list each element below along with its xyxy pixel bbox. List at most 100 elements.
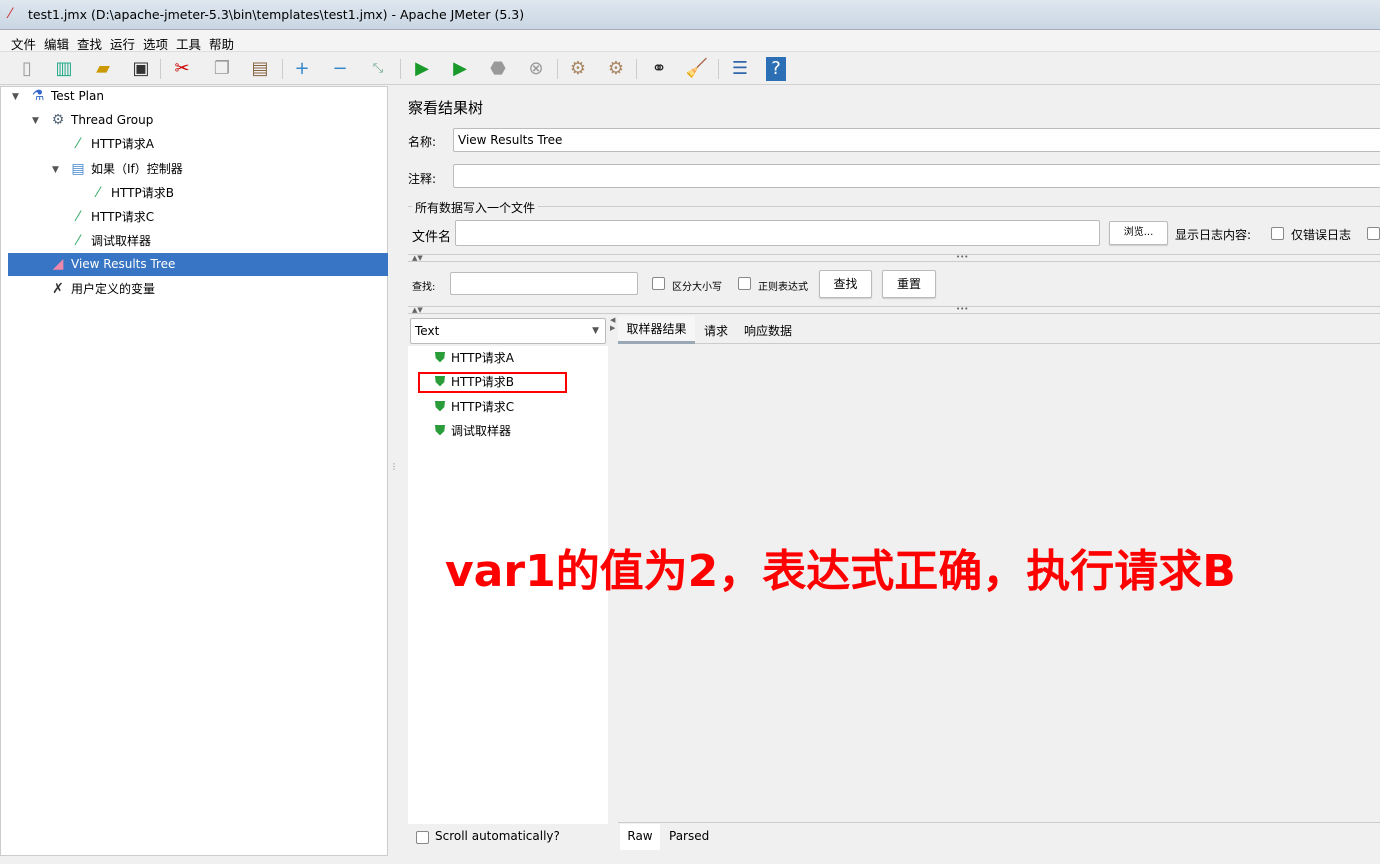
case-sensitive-label: 区分大小写 <box>672 282 722 293</box>
errors-only-checkbox[interactable] <box>1271 227 1284 240</box>
tree-item-label: 用户定义的变量 <box>71 282 156 296</box>
tree-item-thread-group[interactable]: ⚙ Thread Group <box>52 109 154 131</box>
tree-item-debug-sampler[interactable]: ⁄ 调试取样器 <box>77 230 152 252</box>
expand-icon[interactable]: + <box>290 57 314 81</box>
result-label: 调试取样器 <box>451 424 512 438</box>
search-button[interactable]: 查找 <box>819 270 872 298</box>
tree-item-user-variables[interactable]: ✗ 用户定义的变量 <box>52 278 156 300</box>
tab-parsed[interactable]: Parsed <box>669 829 709 843</box>
tab-response-data[interactable]: 响应数据 <box>744 322 792 339</box>
regex-label: 正则表达式 <box>758 282 808 293</box>
tree-items: ▼ ⚗ Test Plan ▼ ⚙ Thread Group ⁄ HTTP请求A ▼ … <box>0 86 388 856</box>
result-tabs: 取样器结果 请求 响应数据 <box>618 316 1380 344</box>
filename-input[interactable] <box>455 220 1100 246</box>
open-icon[interactable]: ▰ <box>91 57 115 81</box>
pipette-icon: ⁄ <box>76 136 80 152</box>
menu-search[interactable]: 查找 <box>77 34 102 53</box>
menu-edit[interactable]: 编辑 <box>44 34 69 53</box>
stop-icon[interactable]: ⬣ <box>486 57 510 81</box>
menu-tools[interactable]: 工具 <box>176 34 201 53</box>
errors-only-label: 仅错误日志 <box>1291 228 1352 242</box>
tree-item-http-b[interactable]: ⁄ HTTP请求B <box>97 182 174 204</box>
tree-item-label: View Results Tree <box>71 257 176 271</box>
templates-icon[interactable]: ▥ <box>52 57 76 81</box>
menu-bar: 文件 编辑 查找 运行 选项 工具 帮助 <box>0 30 1380 52</box>
scroll-auto-checkbox[interactable] <box>416 831 429 844</box>
name-label: 名称: <box>408 135 437 149</box>
renderer-select[interactable]: Text ▼ <box>410 318 606 344</box>
clear-icon[interactable]: ⚙ <box>566 57 590 81</box>
wrench-icon: ✗ <box>52 281 64 297</box>
menu-run[interactable]: 运行 <box>110 34 135 53</box>
copy-icon[interactable]: ❐ <box>210 57 234 81</box>
menu-options[interactable]: 选项 <box>143 34 168 53</box>
main-splitter[interactable]: ⋮ <box>388 86 398 856</box>
chart-icon: ◢ <box>52 256 64 272</box>
tab-raw[interactable]: Raw <box>620 824 660 850</box>
broom-icon[interactable]: 🧹 <box>685 57 709 81</box>
tree-item-label: Thread Group <box>71 113 154 127</box>
tree-item-label: Test Plan <box>51 89 104 103</box>
tree-item-http-a[interactable]: ⁄ HTTP请求A <box>77 133 154 155</box>
tree-item-label: HTTP请求A <box>91 137 154 151</box>
success-shield-icon: ⛊ <box>434 423 446 439</box>
cut-icon[interactable]: ✂ <box>170 57 194 81</box>
tab-request[interactable]: 请求 <box>704 322 728 339</box>
filename-label: 文件名 <box>412 230 452 245</box>
paste-icon[interactable]: ▤ <box>248 57 272 81</box>
window-title: test1.jmx (D:\apache-jmeter-5.3\bin\temp… <box>28 7 525 22</box>
help-icon[interactable]: ? <box>766 57 786 81</box>
search-input[interactable] <box>450 272 638 295</box>
log-content-label: 显示日志内容: <box>1175 228 1252 242</box>
clear-all-icon[interactable]: ⚙ <box>604 57 628 81</box>
menu-file[interactable]: 文件 <box>11 34 36 53</box>
section-divider[interactable]: ▲▼ ••• <box>408 253 1380 262</box>
binoculars-icon[interactable]: ⚭ <box>647 57 671 81</box>
tree-item-test-plan[interactable]: ⚗ Test Plan <box>32 85 104 107</box>
function-helper-icon[interactable]: ☰ <box>728 57 752 81</box>
result-label: HTTP请求A <box>451 351 514 365</box>
shutdown-icon[interactable]: ⊗ <box>524 57 548 81</box>
collapse-arrow[interactable]: ▼ <box>32 116 39 126</box>
tree-item-view-results-tree[interactable]: ◢ View Results Tree <box>53 253 176 275</box>
toggle-icon[interactable]: ⤡ <box>366 57 390 81</box>
tab-sampler-result[interactable]: 取样器结果 <box>618 316 695 344</box>
tree-item-label: HTTP请求B <box>111 186 174 200</box>
browse-button[interactable]: 浏览... <box>1109 221 1168 245</box>
start-icon[interactable]: ▶ <box>410 57 434 81</box>
pipette-icon: ⁄ <box>76 209 80 225</box>
tree-item-http-c[interactable]: ⁄ HTTP请求C <box>77 206 155 228</box>
collapse-arrow[interactable]: ▼ <box>12 92 19 102</box>
pipette-icon: ⁄ <box>76 233 80 249</box>
new-icon[interactable]: ▯ <box>15 57 39 81</box>
name-input[interactable]: View Results Tree <box>453 128 1380 152</box>
section-divider[interactable]: ▲▼ ••• <box>408 305 1380 314</box>
scroll-auto-label: Scroll automatically? <box>435 829 560 843</box>
start-no-pause-icon[interactable]: ▶ <box>448 57 472 81</box>
renderer-value: Text <box>415 324 440 338</box>
result-item[interactable]: ⛊ HTTP请求C <box>435 396 515 418</box>
result-item[interactable]: ⛊ HTTP请求A <box>435 347 514 369</box>
collapse-icon[interactable]: − <box>328 57 352 81</box>
file-section-label: 所有数据写入一个文件 <box>412 199 539 216</box>
tree-item-if-controller[interactable]: ▤ 如果（If）控制器 <box>71 158 183 180</box>
flask-icon: ⚗ <box>31 88 45 104</box>
result-item[interactable]: ⛊ 调试取样器 <box>435 420 512 442</box>
result-label: HTTP请求C <box>451 400 515 414</box>
menu-help[interactable]: 帮助 <box>209 34 234 53</box>
tree-item-label: 调试取样器 <box>91 234 152 248</box>
collapse-arrow[interactable]: ▼ <box>52 165 59 175</box>
comment-input[interactable] <box>453 164 1380 188</box>
tree-item-label: HTTP请求C <box>91 210 155 224</box>
pipette-icon: ⁄ <box>96 185 100 201</box>
case-sensitive-checkbox[interactable] <box>652 277 665 290</box>
successes-only-checkbox[interactable] <box>1367 227 1380 240</box>
save-icon[interactable]: ▣ <box>129 57 153 81</box>
if-controller-icon: ▤ <box>71 161 85 177</box>
tree-item-label: 如果（If）控制器 <box>91 162 183 176</box>
search-label: 查找: <box>412 282 436 293</box>
reset-button[interactable]: 重置 <box>882 270 936 298</box>
success-shield-icon: ⛊ <box>434 350 446 366</box>
comment-label: 注释: <box>408 172 437 186</box>
regex-checkbox[interactable] <box>738 277 751 290</box>
